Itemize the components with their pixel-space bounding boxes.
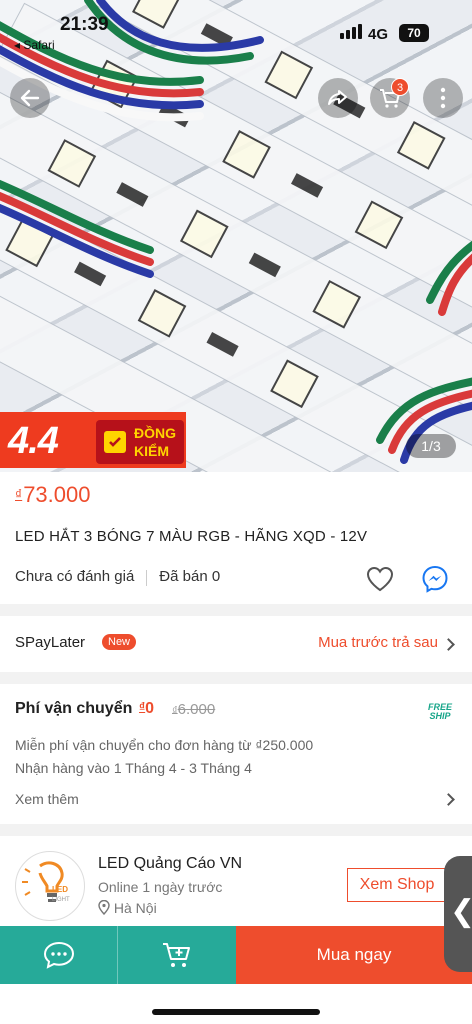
image-pager: 1/3 bbox=[406, 434, 456, 458]
chevron-right-icon bbox=[442, 793, 455, 806]
see-more-link[interactable]: Xem thêm bbox=[15, 791, 79, 807]
network-type: 4G bbox=[368, 26, 389, 43]
spaylater-label: SPayLater bbox=[15, 634, 86, 651]
add-cart-icon bbox=[163, 943, 190, 967]
rating-text: Chưa có đánh giá bbox=[15, 568, 135, 585]
spaylater-action[interactable]: Mua trước trả sau bbox=[318, 634, 438, 651]
product-price: ₫73.000 bbox=[15, 482, 90, 508]
shop-logo-icon: LED LIGHT bbox=[22, 861, 70, 903]
add-to-cart-button[interactable] bbox=[118, 926, 236, 984]
section-divider bbox=[0, 672, 472, 684]
product-meta: Chưa có đánh giá Đã bán 0 bbox=[15, 568, 220, 586]
like-button[interactable] bbox=[366, 566, 394, 597]
side-panel-handle[interactable]: ❮ bbox=[444, 856, 472, 972]
shop-location-text: Hà Nội bbox=[113, 900, 157, 916]
chevron-right-icon bbox=[442, 638, 455, 651]
chevron-left-icon: ❮ bbox=[450, 894, 472, 929]
back-arrow-icon bbox=[20, 89, 40, 107]
share-icon bbox=[328, 90, 347, 105]
heart-icon bbox=[366, 566, 394, 592]
bottom-action-bar: Mua ngay bbox=[0, 926, 472, 984]
check-icon bbox=[104, 431, 126, 453]
view-shop-button[interactable]: Xem Shop bbox=[347, 868, 447, 902]
freeship-icon: FREE SHIP bbox=[428, 703, 452, 721]
led-module-photo bbox=[0, 0, 472, 472]
section-divider bbox=[0, 604, 472, 616]
product-title: LED HẮT 3 BÓNG 7 MÀU RGB - HÃNG XQD - 12… bbox=[15, 528, 368, 545]
promo-text-line1: ĐỒNG bbox=[134, 425, 176, 441]
signal-icon bbox=[340, 24, 362, 39]
shipping-price-value: 0 bbox=[145, 700, 155, 717]
free-shipping-info: Miễn phí vận chuyển cho đơn hàng từ ₫250… bbox=[15, 737, 314, 753]
chat-button[interactable] bbox=[0, 926, 118, 984]
clock: 21:39 bbox=[60, 14, 109, 35]
shop-online-status: Online 1 ngày trước bbox=[98, 879, 223, 895]
more-icon bbox=[440, 87, 446, 109]
shop-location: Hà Nội bbox=[98, 899, 157, 916]
home-indicator bbox=[152, 1009, 320, 1015]
freeship-line2: SHIP bbox=[429, 711, 451, 721]
shop-avatar[interactable]: LED LIGHT bbox=[15, 851, 85, 921]
shipping-old-price: ₫6.000 bbox=[172, 701, 215, 718]
shop-logo-text: LED bbox=[52, 885, 68, 894]
price-value: 73.000 bbox=[23, 482, 91, 507]
shop-name[interactable]: LED Quảng Cáo VN bbox=[98, 855, 242, 873]
cart-count-badge: 3 bbox=[391, 78, 409, 96]
back-button[interactable] bbox=[10, 78, 50, 118]
more-button[interactable] bbox=[423, 78, 463, 118]
share-button[interactable] bbox=[318, 78, 358, 118]
delivery-estimate: Nhận hàng vào 1 Tháng 4 - 3 Tháng 4 bbox=[15, 760, 252, 776]
chat-icon bbox=[43, 941, 74, 969]
location-pin-icon bbox=[98, 899, 110, 916]
promo-number: 4.4 bbox=[8, 420, 59, 462]
shop-logo-sub: LIGHT bbox=[52, 897, 70, 903]
battery-icon: 70 bbox=[399, 24, 429, 42]
product-image[interactable] bbox=[0, 0, 472, 472]
section-divider bbox=[0, 824, 472, 836]
back-to-safari[interactable]: ◂ Safari bbox=[14, 38, 55, 52]
shipping-price: ₫0 bbox=[139, 700, 154, 718]
shipping-old-price-value: 6.000 bbox=[177, 701, 216, 718]
buy-now-button[interactable]: Mua ngay bbox=[236, 926, 472, 984]
shipping-label: Phí vận chuyển bbox=[15, 700, 133, 717]
messenger-icon bbox=[422, 565, 448, 593]
promo-text: ĐỒNG KIỂM bbox=[134, 424, 176, 460]
promo-text-line2: KIỂM bbox=[134, 443, 169, 459]
new-badge: New bbox=[102, 634, 137, 650]
currency-symbol: ₫ bbox=[15, 486, 23, 502]
status-bar: 21:39 ◂ Safari 4G 70 bbox=[0, 0, 472, 60]
sold-count: Đã bán 0 bbox=[159, 568, 221, 585]
messenger-share-button[interactable] bbox=[420, 564, 450, 599]
